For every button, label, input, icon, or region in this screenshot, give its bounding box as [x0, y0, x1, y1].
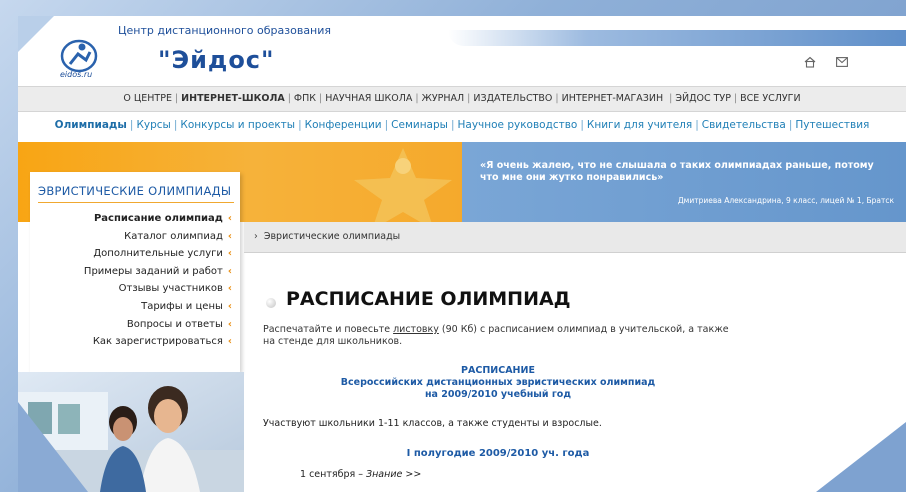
logo-domain: eidos.ru	[60, 70, 93, 79]
sidebar-item-schedule[interactable]: Расписание олимпиад ‹	[32, 210, 232, 228]
breadcrumb: › Эвристические олимпиады	[244, 222, 906, 253]
sidebar-title: ЭВРИСТИЧЕСКИЕ ОЛИМПИАДЫ	[38, 184, 232, 198]
chevron-left-icon: ‹	[227, 265, 232, 277]
corner-decoration	[18, 402, 88, 492]
topnav-item-publishing[interactable]: ИЗДАТЕЛЬСТВО	[473, 93, 552, 104]
sidebar: ЭВРИСТИЧЕСКИЕ ОЛИМПИАДЫ Расписание олимп…	[30, 172, 240, 372]
halfyear-heading: I полугодие 2009/2010 уч. года	[406, 448, 590, 459]
topnav-item-internet-school[interactable]: ИНТЕРНЕТ-ШКОЛА	[181, 93, 285, 104]
participants-text: Участвуют школьники 1-11 классов, а такж…	[263, 418, 602, 429]
title-bullet-icon	[266, 298, 276, 308]
breadcrumb-item[interactable]: Эвристические олимпиады	[264, 231, 400, 242]
header-swoosh	[448, 30, 906, 46]
home-icon[interactable]	[804, 56, 816, 68]
testimonial-author: Дмитриева Александрина, 9 класс, лицей №…	[677, 196, 894, 205]
star-person-icon	[354, 148, 452, 230]
top-navigation: О ЦЕНТРЕ | ИНТЕРНЕТ-ШКОЛА | ФПК | НАУЧНАЯ ШКОЛ…	[18, 86, 906, 112]
sidebar-item-reviews[interactable]: Отзывы участников ‹	[32, 280, 232, 298]
leaflet-link[interactable]: листовку	[393, 324, 439, 335]
chevron-left-icon: ‹	[227, 248, 232, 260]
sidebar-item-registration[interactable]: Как зарегистрироваться ‹	[32, 333, 232, 351]
topnav-item-fpk[interactable]: ФПК	[294, 93, 316, 104]
topnav-item-shop[interactable]: ИНТЕРНЕТ-МАГАЗИН	[562, 93, 664, 104]
chevron-left-icon: ‹	[227, 300, 232, 312]
subnav-item-seminars[interactable]: Семинары	[391, 119, 448, 131]
sidebar-item-extra-services[interactable]: Дополнительные услуги ‹	[32, 245, 232, 263]
subnav-item-teacher-books[interactable]: Книги для учителя	[587, 119, 692, 131]
page-title: РАСПИСАНИЕ ОЛИМПИАД	[286, 288, 571, 310]
chevron-left-icon: ‹	[227, 283, 232, 295]
sidebar-divider	[38, 202, 234, 203]
eidos-logo-icon[interactable]	[60, 38, 98, 74]
event-link[interactable]: Знание >>	[366, 469, 421, 480]
corner-decoration	[816, 422, 906, 492]
chevron-right-icon: ›	[254, 231, 258, 242]
intro-text: Распечатайте и повесьте листовку (90 Кб)…	[263, 324, 729, 347]
subnav-item-conferences[interactable]: Конференции	[305, 119, 382, 131]
sidebar-item-catalog[interactable]: Каталог олимпиад ‹	[32, 228, 232, 246]
section-navigation: Олимпиады | Курсы | Конкурсы и проекты | Конфе…	[54, 119, 870, 131]
chevron-left-icon: ‹	[227, 336, 232, 348]
mail-icon[interactable]	[836, 57, 848, 67]
subnav-item-travel[interactable]: Путешествия	[795, 119, 869, 131]
subnav-item-certificates[interactable]: Свидетельства	[702, 119, 786, 131]
subnav-item-courses[interactable]: Курсы	[136, 119, 170, 131]
topnav-item-all-services[interactable]: ВСЕ УСЛУГИ	[740, 93, 800, 104]
site-tagline: Центр дистанционного образования	[118, 24, 332, 37]
topnav-item-eidos-tour[interactable]: ЭЙДОС ТУР	[675, 93, 731, 104]
subnav-item-olympiads[interactable]: Олимпиады	[55, 119, 127, 131]
sidebar-item-prices[interactable]: Тарифы и цены ‹	[32, 298, 232, 316]
subnav-item-contests[interactable]: Конкурсы и проекты	[180, 119, 295, 131]
schedule-row: 1 сентября – Знание >>	[300, 469, 422, 480]
browser-page: eidos.ru Центр дистанционного образовани…	[18, 16, 906, 492]
sidebar-item-examples[interactable]: Примеры заданий и работ ‹	[32, 263, 232, 281]
topnav-item-about[interactable]: О ЦЕНТРЕ	[123, 93, 172, 104]
corner-decoration	[18, 16, 54, 52]
chevron-left-icon: ‹	[227, 318, 232, 330]
sidebar-item-faq[interactable]: Вопросы и ответы ‹	[32, 316, 232, 334]
topnav-item-journal[interactable]: ЖУРНАЛ	[422, 93, 465, 104]
testimonial-quote: «Я очень жалею, что не слышала о таких о…	[480, 160, 874, 183]
site-header: eidos.ru Центр дистанционного образовани…	[18, 16, 906, 86]
sidebar-menu: Расписание олимпиад ‹ Каталог олимпиад ‹ Д…	[32, 210, 232, 351]
subnav-item-supervision[interactable]: Научное руководство	[458, 119, 578, 131]
chevron-left-icon: ‹	[227, 230, 232, 242]
topnav-item-science-school[interactable]: НАУЧНАЯ ШКОЛА	[325, 93, 412, 104]
chevron-left-icon: ‹	[227, 213, 232, 224]
schedule-heading: РАСПИСАНИЕ Всероссийских дистанционных э…	[340, 365, 656, 400]
site-brand[interactable]: "Эйдос"	[158, 46, 275, 74]
